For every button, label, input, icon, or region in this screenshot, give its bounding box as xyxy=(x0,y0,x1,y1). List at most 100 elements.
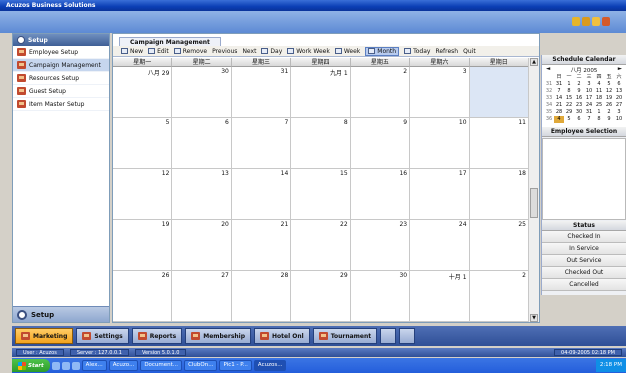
calendar-day-cell[interactable]: 22 xyxy=(291,220,351,271)
calendar-day-cell[interactable]: 3 xyxy=(410,67,470,118)
toolbar-button-today[interactable]: Today xyxy=(404,48,430,55)
quick-launch-desktop-icon[interactable] xyxy=(61,361,70,370)
calendar-day-cell[interactable]: 7 xyxy=(231,118,292,169)
mini-calendar-day[interactable]: 7 xyxy=(554,88,564,95)
quick-launch-ie-icon[interactable] xyxy=(51,361,60,370)
calendar-day-cell[interactable]: 八月 29 xyxy=(113,67,173,118)
calendar-day-cell[interactable]: 15 xyxy=(291,169,351,220)
mini-calendar-day[interactable]: 26 xyxy=(604,102,614,109)
mini-calendar-day[interactable]: 1 xyxy=(594,109,604,116)
mini-calendar-day[interactable]: 9 xyxy=(604,116,614,123)
module-button-marketing[interactable]: Marketing xyxy=(15,328,74,344)
mini-calendar-day[interactable]: 8 xyxy=(564,88,574,95)
setup-item-3[interactable]: Guest Setup xyxy=(13,85,109,98)
taskbar-item[interactable]: Acuzo... xyxy=(108,360,139,371)
module-button-membership[interactable]: Membership xyxy=(185,328,252,344)
calendar-day-cell[interactable]: 14 xyxy=(231,169,292,220)
calendar-day-cell[interactable]: 30 xyxy=(350,271,411,322)
setup-item-2[interactable]: Resources Setup xyxy=(13,72,109,85)
calendar-day-cell[interactable]: 21 xyxy=(231,220,292,271)
setup-item-0[interactable]: Employee Setup xyxy=(13,46,109,59)
lock-icon[interactable] xyxy=(582,17,590,26)
calendar-day-cell[interactable]: 24 xyxy=(410,220,470,271)
calendar-scrollbar[interactable]: ▲ ▼ xyxy=(528,58,539,322)
taskbar-item[interactable]: Alex... xyxy=(81,360,107,371)
start-button[interactable]: Start xyxy=(12,359,50,372)
mini-calendar-day[interactable]: 10 xyxy=(584,88,594,95)
mini-calendar-day[interactable]: 17 xyxy=(584,95,594,102)
mini-calendar-day[interactable]: 23 xyxy=(574,102,584,109)
calendar-day-cell[interactable]: 20 xyxy=(172,220,232,271)
status-filter-in-service[interactable]: In Service xyxy=(542,243,626,255)
setup-item-1[interactable]: Campaign Management xyxy=(13,59,109,72)
calendar-day-cell[interactable]: 5 xyxy=(113,118,173,169)
toolbar-button-next[interactable]: Next xyxy=(242,48,256,55)
status-filter-checked-in[interactable]: Checked In xyxy=(542,231,626,243)
mini-calendar-day[interactable]: 30 xyxy=(574,109,584,116)
toolbar-button-month[interactable]: Month xyxy=(365,46,400,56)
calendar-day-cell[interactable]: 18 xyxy=(469,169,529,220)
calendar-day-cell[interactable]: 17 xyxy=(410,169,470,220)
taskbar-item[interactable]: Pic1 - P... xyxy=(219,360,252,371)
folder-icon[interactable] xyxy=(592,17,600,26)
toolbar-button-previous[interactable]: Previous xyxy=(212,48,237,55)
mini-calendar-day[interactable]: 3 xyxy=(614,109,624,116)
mini-calendar-day[interactable]: 2 xyxy=(604,109,614,116)
mini-calendar-day[interactable]: 21 xyxy=(554,102,564,109)
calendar-day-cell[interactable] xyxy=(469,67,529,118)
toolbar-button-refresh[interactable]: Refresh xyxy=(435,48,458,55)
mini-calendar-day[interactable]: 7 xyxy=(584,116,594,123)
module-button-tournament[interactable]: Tournament xyxy=(312,328,378,344)
mini-calendar-day[interactable]: 3 xyxy=(584,81,594,88)
quick-launch-media-icon[interactable] xyxy=(71,361,80,370)
setup-footer-button[interactable]: Setup xyxy=(13,306,109,322)
mini-calendar-day[interactable]: 5 xyxy=(604,81,614,88)
calendar-day-cell[interactable]: 12 xyxy=(113,169,173,220)
mini-calendar-day[interactable]: 5 xyxy=(564,116,574,123)
calendar-day-cell[interactable]: 28 xyxy=(231,271,292,322)
module-button-hotel-onl[interactable]: Hotel Onl xyxy=(254,328,310,344)
calendar-day-cell[interactable]: 10 xyxy=(410,118,470,169)
status-filter-out-service[interactable]: Out Service xyxy=(542,255,626,267)
scroll-thumb[interactable] xyxy=(530,188,538,218)
mini-calendar-day[interactable]: 20 xyxy=(614,95,624,102)
mini-calendar-day[interactable]: 13 xyxy=(614,88,624,95)
taskbar-item[interactable]: Document... xyxy=(140,360,183,371)
calendar-day-cell[interactable]: 16 xyxy=(350,169,411,220)
mini-calendar-day[interactable]: 31 xyxy=(584,109,594,116)
mini-calendar-day[interactable]: 6 xyxy=(614,81,624,88)
toolbar-button-quit[interactable]: Quit xyxy=(463,48,476,55)
toolbar-button-new[interactable]: New xyxy=(121,48,143,55)
module-button-reports[interactable]: Reports xyxy=(131,328,183,344)
mini-calendar-day[interactable]: 12 xyxy=(604,88,614,95)
module-button-settings[interactable]: Settings xyxy=(76,328,129,344)
nav-extra-button[interactable] xyxy=(399,328,416,344)
status-filter-checked-out[interactable]: Checked Out xyxy=(542,267,626,279)
setup-item-4[interactable]: Item Master Setup xyxy=(13,98,109,111)
mini-calendar-day[interactable]: 27 xyxy=(614,102,624,109)
calendar-day-cell[interactable]: 2 xyxy=(469,271,529,322)
calendar-day-cell[interactable]: 11 xyxy=(469,118,529,169)
mini-calendar-day[interactable]: 29 xyxy=(564,109,574,116)
mini-calendar-day[interactable]: 14 xyxy=(554,95,564,102)
setup-panel-header[interactable]: Setup xyxy=(13,34,109,46)
mini-calendar-day[interactable]: 1 xyxy=(564,81,574,88)
calendar-day-cell[interactable]: 31 xyxy=(231,67,292,118)
toolbar-button-week[interactable]: Week xyxy=(334,48,360,55)
mini-calendar-day[interactable]: 28 xyxy=(554,109,564,116)
mini-calendar-day[interactable]: 2 xyxy=(574,81,584,88)
mini-calendar-day[interactable]: 19 xyxy=(604,95,614,102)
calendar-day-cell[interactable]: 26 xyxy=(113,271,173,322)
calendar-day-cell[interactable]: 十月 1 xyxy=(410,271,470,322)
mini-calendar-day[interactable]: 18 xyxy=(594,95,604,102)
toolbar-button-remove[interactable]: Remove xyxy=(173,48,207,55)
calendar-day-cell[interactable]: 6 xyxy=(172,118,232,169)
user-icon[interactable] xyxy=(572,17,580,26)
calendar-day-cell[interactable]: 19 xyxy=(113,220,173,271)
calendar-day-cell[interactable]: 30 xyxy=(172,67,232,118)
mini-calendar-day[interactable]: 4 xyxy=(594,81,604,88)
mini-calendar-day[interactable]: 9 xyxy=(574,88,584,95)
calendar-day-cell[interactable]: 27 xyxy=(172,271,232,322)
tab-campaign-management[interactable]: Campaign Management xyxy=(119,37,221,46)
calendar-day-cell[interactable]: 2 xyxy=(350,67,411,118)
